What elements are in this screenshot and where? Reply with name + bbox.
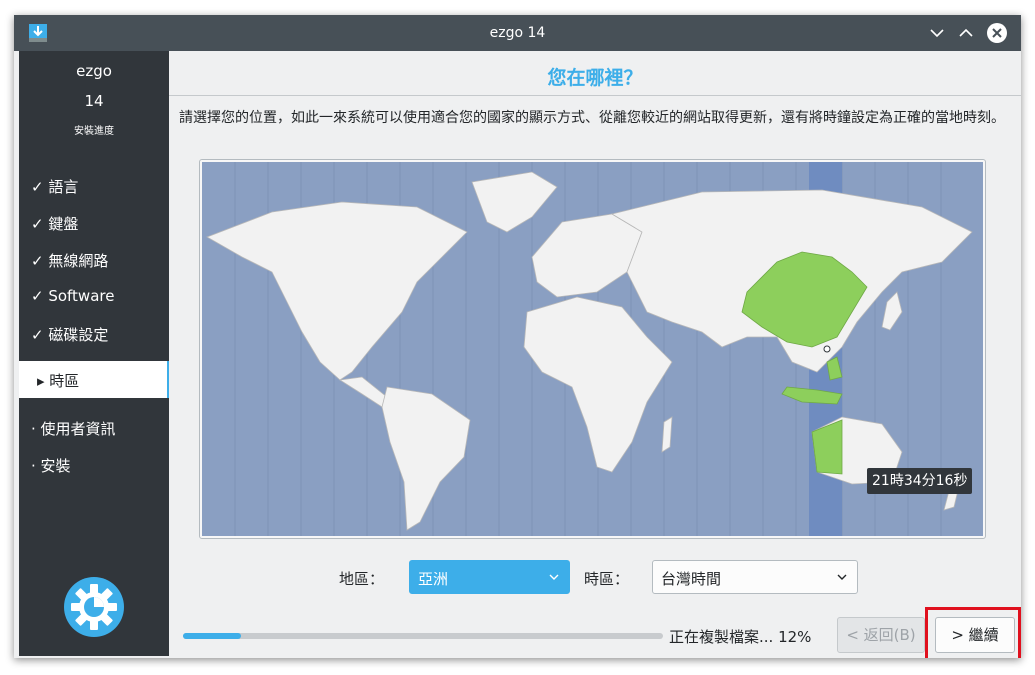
title-divider [169,95,1021,96]
close-icon[interactable] [986,22,1008,44]
brand-subtitle: 安裝進度 [74,126,114,137]
status-text: 正在複製檔案... 12% [669,628,812,646]
world-map-graphic [202,162,983,536]
brand-name: ezgo [76,62,112,80]
chevron-down-icon [549,574,559,580]
gear-logo-icon [64,577,124,637]
timezone-select[interactable]: 台灣時間 [652,560,858,594]
brand-version: 14 [84,92,104,110]
step-install: · 安裝 [31,457,71,475]
window-title: ezgo 14 [489,25,546,41]
step-keyboard: ✓ 鍵盤 [31,215,79,233]
install-progress-bar [183,633,663,639]
maximize-icon[interactable] [957,24,975,42]
minimize-icon[interactable] [928,24,946,42]
step-timezone: ▸ 時區 [19,361,169,398]
region-select[interactable]: 亞洲 [409,560,570,594]
region-label: 地區： [339,570,385,588]
continue-highlight-box [925,607,1021,658]
step-software: ✓ Software [31,287,115,305]
timezone-label: 時區： [584,570,630,588]
back-button[interactable]: < 返回(B) [837,617,925,653]
install-progress-fill [183,633,241,639]
main-content: 您在哪裡？ 請選擇您的位置，如此一來系統可以使用適合您的國家的顯示方式、從離您較… [169,51,1021,658]
step-wireless: ✓ 無線網路 [31,252,109,270]
progress-sidebar: ezgo 14 安裝進度 ✓ 語言 ✓ 鍵盤 ✓ 無線網路 ✓ Software… [19,51,169,656]
timezone-map-frame: 21時34分16秒 [199,159,986,539]
step-timezone-label: ▸ 時區 [37,372,80,390]
page-title: 您在哪裡？ [547,67,643,89]
location-pin [823,345,831,353]
step-partition: ✓ 磁碟設定 [31,326,109,344]
page-description: 請選擇您的位置，如此一來系統可以使用適合您的國家的顯示方式、從離您較近的網站取得… [179,110,1005,126]
step-language: ✓ 語言 [31,178,79,196]
title-bar[interactable]: ezgo 14 [14,15,1021,51]
local-time-tooltip: 21時34分16秒 [867,468,973,494]
chevron-down-icon [837,574,847,580]
region-select-value: 亞洲 [418,570,449,588]
timezone-select-value: 台灣時間 [661,570,722,588]
installer-window: ezgo 14 ezgo 14 安裝進度 ✓ 語言 ✓ 鍵盤 ✓ 無線網路 ✓ … [14,15,1021,658]
step-user-info: · 使用者資訊 [31,420,116,438]
timezone-map[interactable]: 21時34分16秒 [202,162,983,536]
